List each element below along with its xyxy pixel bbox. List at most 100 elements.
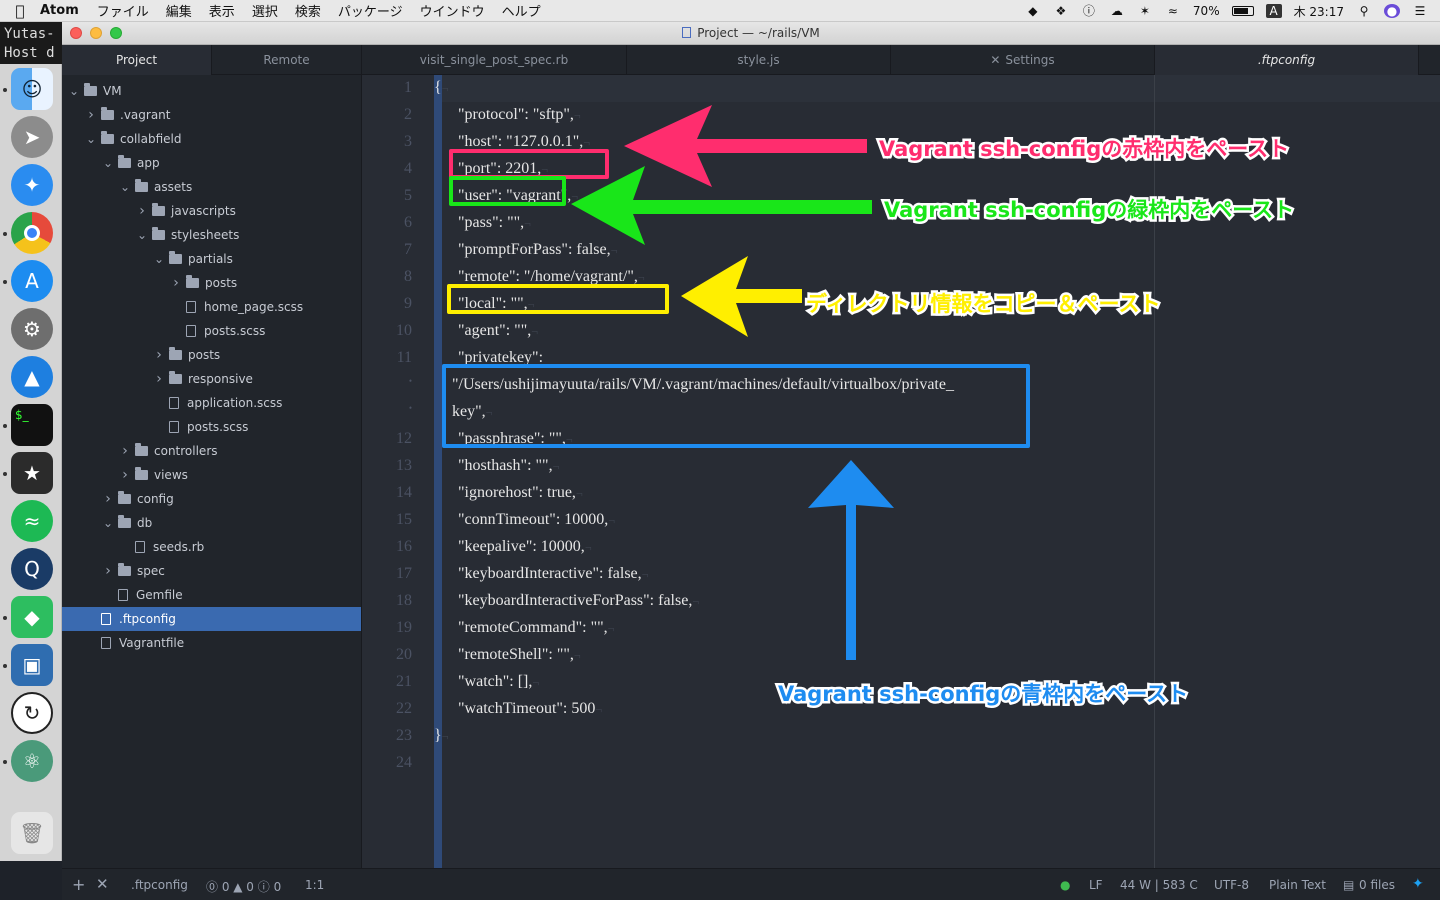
twitter-bird-icon[interactable]: ✦ bbox=[1412, 876, 1424, 892]
finder-icon[interactable]: ☺ bbox=[11, 68, 53, 110]
window-titlebar[interactable]: Project — ~/rails/VM bbox=[62, 22, 1440, 45]
tree-file[interactable]: seeds.rb bbox=[62, 535, 361, 559]
bluetooth-icon[interactable]: ✶ bbox=[1137, 4, 1153, 18]
tree-file[interactable]: posts.scss bbox=[62, 319, 361, 343]
evernote-status-icon[interactable]: ◆ bbox=[1025, 4, 1041, 18]
status-git-files[interactable]: 0 files bbox=[1359, 878, 1395, 892]
menu-view[interactable]: 表示 bbox=[209, 1, 235, 20]
tree-folder[interactable]: › spec bbox=[62, 559, 361, 583]
tab-style-js[interactable]: style.js bbox=[627, 45, 891, 75]
input-source-icon[interactable]: A bbox=[1265, 4, 1282, 18]
trash-icon[interactable]: 🗑 bbox=[11, 812, 53, 854]
menu-selection[interactable]: 選択 bbox=[252, 1, 278, 20]
wizard-app-icon[interactable]: ★ bbox=[11, 452, 53, 494]
clock-app-icon[interactable]: ↻ bbox=[11, 692, 53, 734]
launchpad-icon[interactable]: ➤ bbox=[11, 116, 53, 158]
d-circle-icon[interactable]: ⓘ bbox=[1081, 4, 1097, 18]
app-store-icon[interactable]: A bbox=[11, 260, 53, 302]
tree-file[interactable]: Gemfile bbox=[62, 583, 361, 607]
system-preferences-icon[interactable]: ⚙ bbox=[11, 308, 53, 350]
menu-packages[interactable]: パッケージ bbox=[338, 1, 403, 20]
menu-find[interactable]: 検索 bbox=[295, 1, 321, 20]
tree-file[interactable]: Vagrantfile bbox=[62, 631, 361, 655]
add-panel-icon[interactable]: + bbox=[72, 875, 85, 894]
chevron-right-icon[interactable]: › bbox=[102, 563, 114, 579]
tree-folder[interactable]: ⌄ db bbox=[62, 511, 361, 535]
chevron-right-icon[interactable]: › bbox=[102, 491, 114, 507]
notification-center-icon[interactable]: ☰ bbox=[1412, 4, 1428, 18]
status-grammar[interactable]: Plain Text bbox=[1269, 878, 1326, 892]
tree-file[interactable]: posts.scss bbox=[62, 415, 361, 439]
navigation-app-icon[interactable]: ▲ bbox=[11, 356, 53, 398]
tree-folder[interactable]: › responsive bbox=[62, 367, 361, 391]
wifi-icon[interactable]: ≈ bbox=[1165, 4, 1181, 18]
status-word-count[interactable]: 44 W | 583 C bbox=[1120, 878, 1198, 892]
quicktime-icon[interactable]: Q bbox=[11, 548, 53, 590]
chevron-right-icon[interactable]: › bbox=[153, 347, 165, 363]
status-encoding[interactable]: UTF-8 bbox=[1214, 878, 1249, 892]
tree-folder[interactable]: ⌄ VM bbox=[62, 79, 361, 103]
status-cursor-position[interactable]: 1:1 bbox=[305, 878, 324, 892]
chrome-icon[interactable] bbox=[11, 212, 53, 254]
cloud-sync-icon[interactable]: ☁ bbox=[1109, 4, 1125, 18]
status-issues[interactable]: ⓪ 0 ▲ 0 ⓘ 0 bbox=[206, 878, 281, 895]
battery-icon[interactable] bbox=[1231, 6, 1254, 16]
tab-visit-single-post-spec[interactable]: visit_single_post_spec.rb bbox=[362, 45, 627, 75]
dropbox-icon[interactable]: ❖ bbox=[1053, 4, 1069, 18]
menu-window[interactable]: ウインドウ bbox=[420, 1, 485, 20]
close-panel-icon[interactable]: ✕ bbox=[96, 875, 109, 893]
tab-ftpconfig[interactable]: .ftpconfig bbox=[1155, 45, 1419, 75]
tree-file[interactable]: application.scss bbox=[62, 391, 361, 415]
status-line-ending[interactable]: LF bbox=[1089, 878, 1103, 892]
tree-folder[interactable]: › config bbox=[62, 487, 361, 511]
menu-help[interactable]: ヘルプ bbox=[502, 1, 541, 20]
tab-project[interactable]: Project bbox=[62, 45, 212, 75]
virtualbox-icon[interactable]: ▣ bbox=[11, 644, 53, 686]
app-menu[interactable]: Atom bbox=[40, 3, 79, 18]
tree-folder[interactable]: ⌄ partials bbox=[62, 247, 361, 271]
chevron-right-icon[interactable]: › bbox=[85, 107, 97, 123]
chevron-down-icon[interactable]: ⌄ bbox=[68, 84, 80, 98]
chevron-right-icon[interactable]: › bbox=[153, 371, 165, 387]
tree-folder[interactable]: ⌄ stylesheets bbox=[62, 223, 361, 247]
tree-folder[interactable]: › posts bbox=[62, 343, 361, 367]
menu-edit[interactable]: 編集 bbox=[166, 1, 192, 20]
chevron-right-icon[interactable]: › bbox=[119, 443, 131, 459]
code-editor[interactable]: 1 2 3 4 5 6 7 8 9 10 11 • • 12 13 14 15 16 17 18 19 20 21 22 23 2… bbox=[362, 75, 1440, 868]
evernote-icon[interactable]: ◆ bbox=[11, 596, 53, 638]
atom-icon[interactable]: ⚛ bbox=[11, 740, 53, 782]
status-file-name[interactable]: .ftpconfig bbox=[131, 878, 188, 892]
tree-file[interactable]: .ftpconfig bbox=[62, 607, 361, 631]
chevron-down-icon[interactable]: ⌄ bbox=[85, 132, 97, 146]
tree-folder[interactable]: › controllers bbox=[62, 439, 361, 463]
menu-file[interactable]: ファイル bbox=[97, 1, 149, 20]
chevron-right-icon[interactable]: › bbox=[170, 275, 182, 291]
tree-folder[interactable]: ⌄ assets bbox=[62, 175, 361, 199]
project-tree[interactable]: ⌄ VM › .vagrant ⌄ collabfield ⌄ app ⌄ assets › java… bbox=[62, 75, 362, 868]
spotlight-search-icon[interactable]: ⚲ bbox=[1356, 4, 1372, 18]
tree-folder[interactable]: › javascripts bbox=[62, 199, 361, 223]
tree-folder[interactable]: › posts bbox=[62, 271, 361, 295]
menubar-clock[interactable]: 木 23:17 bbox=[1294, 3, 1344, 20]
safari-icon[interactable]: ✦ bbox=[11, 164, 53, 206]
tree-item-label: posts.scss bbox=[187, 420, 249, 434]
chevron-down-icon[interactable]: ⌄ bbox=[102, 516, 114, 530]
tab-remote[interactable]: Remote bbox=[212, 45, 362, 75]
terminal-icon[interactable]: $_ bbox=[11, 404, 53, 446]
spotify-icon[interactable]: ≈ bbox=[11, 500, 53, 542]
chevron-down-icon[interactable]: ⌄ bbox=[119, 180, 131, 194]
chevron-down-icon[interactable]: ⌄ bbox=[102, 156, 114, 170]
tree-folder[interactable]: › .vagrant bbox=[62, 103, 361, 127]
battery-percent[interactable]: 70% bbox=[1193, 4, 1220, 18]
chevron-right-icon[interactable]: › bbox=[119, 467, 131, 483]
tree-folder[interactable]: ⌄ collabfield bbox=[62, 127, 361, 151]
chevron-down-icon[interactable]: ⌄ bbox=[136, 228, 148, 242]
chevron-down-icon[interactable]: ⌄ bbox=[153, 252, 165, 266]
tree-file[interactable]: home_page.scss bbox=[62, 295, 361, 319]
tree-folder[interactable]: › views bbox=[62, 463, 361, 487]
chevron-right-icon[interactable]: › bbox=[136, 203, 148, 219]
tab-settings[interactable]: ✕ Settings bbox=[891, 45, 1155, 75]
tree-folder[interactable]: ⌄ app bbox=[62, 151, 361, 175]
siri-icon[interactable]: ● bbox=[1384, 4, 1400, 18]
apple-menu-icon[interactable]:  bbox=[0, 2, 40, 20]
